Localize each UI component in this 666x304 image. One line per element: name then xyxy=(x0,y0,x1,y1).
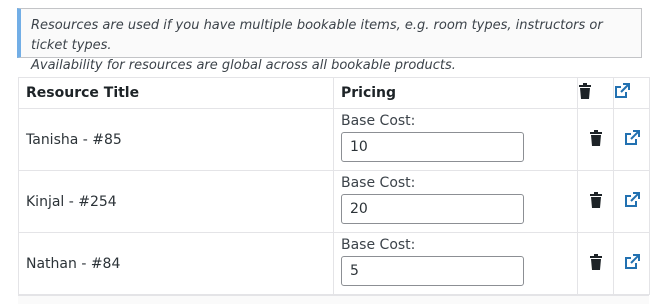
column-header-open xyxy=(613,77,650,109)
base-cost-label: Base Cost: xyxy=(341,237,416,253)
notice-line-1: Resources are used if you have multiple … xyxy=(31,18,603,53)
resource-title: Kinjal - #254 xyxy=(18,170,334,233)
open-resource-link[interactable] xyxy=(613,170,650,233)
external-link-icon[interactable] xyxy=(624,191,640,208)
resources-table: Resource Title Pricing Tanisha - #85 Bas… xyxy=(18,77,650,295)
table-row: Tanisha - #85 Base Cost: xyxy=(18,108,650,171)
delete-resource-button[interactable] xyxy=(577,232,614,295)
resource-title: Tanisha - #85 xyxy=(18,108,334,171)
pricing-cell: Base Cost: xyxy=(333,232,578,295)
table-row: Kinjal - #254 Base Cost: xyxy=(18,170,650,233)
notice-line-2: Availability for resources are global ac… xyxy=(31,58,456,73)
external-link-icon[interactable] xyxy=(624,129,640,146)
column-header-delete xyxy=(577,77,614,109)
base-cost-input[interactable] xyxy=(341,132,524,162)
open-resource-link[interactable] xyxy=(613,232,650,295)
info-notice: Resources are used if you have multiple … xyxy=(17,8,642,73)
pricing-cell: Base Cost: xyxy=(333,170,578,233)
external-link-icon[interactable] xyxy=(624,253,640,270)
trash-icon[interactable] xyxy=(589,191,603,208)
delete-resource-button[interactable] xyxy=(577,108,614,171)
trash-icon[interactable] xyxy=(589,129,603,146)
trash-icon[interactable] xyxy=(589,253,603,270)
trash-icon xyxy=(579,83,591,99)
base-cost-label: Base Cost: xyxy=(341,175,416,191)
delete-resource-button[interactable] xyxy=(577,170,614,233)
external-link-icon xyxy=(615,83,630,98)
resource-title: Nathan - #84 xyxy=(18,232,334,295)
table-header-row: Resource Title Pricing xyxy=(18,77,650,109)
open-resource-link[interactable] xyxy=(613,108,650,171)
table-row: Nathan - #84 Base Cost: xyxy=(18,232,650,295)
base-cost-input[interactable] xyxy=(341,256,524,286)
base-cost-input[interactable] xyxy=(341,194,524,224)
column-header-pricing: Pricing xyxy=(333,77,578,109)
base-cost-label: Base Cost: xyxy=(341,113,416,129)
column-header-resource-title: Resource Title xyxy=(18,77,334,109)
pricing-cell: Base Cost: xyxy=(333,108,578,171)
